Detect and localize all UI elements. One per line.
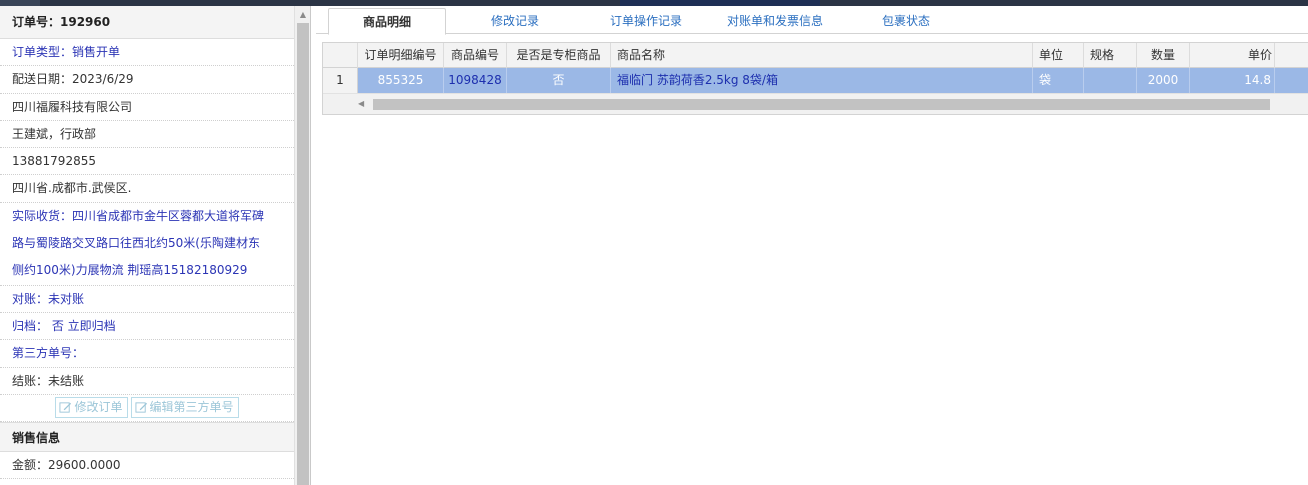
- column-header-unit[interactable]: 单位: [1033, 43, 1084, 68]
- tab-edit-history[interactable]: 修改记录: [458, 8, 572, 34]
- order-field-2: 四川福履科技有限公司: [0, 94, 294, 121]
- order-field-4: 13881792855: [0, 148, 294, 176]
- cell-filler: [1275, 68, 1308, 93]
- address-line: 实际收货：四川省成都市金牛区蓉都大道将军碑: [12, 208, 265, 223]
- edit-icon: [59, 402, 72, 413]
- column-header-rownum: [323, 43, 358, 68]
- tab-statement-invoice[interactable]: 对账单和发票信息: [712, 8, 838, 34]
- tab-bar: 商品明细 修改记录 订单操作记录 对账单和发票信息 包裹状态: [316, 6, 1308, 35]
- cell-detail-id: 855325: [358, 68, 444, 93]
- column-header-counter-product[interactable]: 是否是专柜商品: [507, 43, 611, 68]
- cell-product-name[interactable]: 福临门 苏韵荷香2.5kg 8袋/箱: [611, 68, 1033, 93]
- column-header-filler: [1275, 43, 1308, 68]
- scroll-left-arrow-icon[interactable]: ◀: [358, 98, 368, 110]
- column-header-product-id[interactable]: 商品编号: [444, 43, 507, 68]
- column-header-spec[interactable]: 规格: [1084, 43, 1137, 68]
- order-action-buttons: 修改订单 编辑第三方单号: [0, 395, 294, 422]
- grid-horizontal-scrollbar[interactable]: ◀: [323, 93, 1308, 114]
- left-panel-scrollbar[interactable]: ▲: [294, 6, 310, 485]
- order-field-0: 订单类型：销售开单: [0, 39, 294, 67]
- order-field-b-0: 对账：未对账: [0, 286, 294, 313]
- order-info-panel: 订单号：192960 订单类型：销售开单 配送日期：2023/6/29 四川福履科技…: [0, 6, 311, 485]
- cell-product-id[interactable]: 1098428: [444, 68, 507, 93]
- order-field-b-3: 结账：未结账: [0, 368, 294, 395]
- sales-amount: 金额：29600.0000: [0, 452, 294, 480]
- row-number: 1: [323, 68, 358, 93]
- order-number-header: 订单号：192960: [0, 6, 294, 39]
- cell-counter-product: 否: [507, 68, 611, 93]
- cell-spec: [1084, 68, 1137, 93]
- scroll-up-arrow-icon[interactable]: ▲: [295, 6, 310, 22]
- edit-third-party-label: 编辑第三方单号: [149, 400, 234, 415]
- column-header-detail-id[interactable]: 订单明细编号: [358, 43, 444, 68]
- sales-info-header: 销售信息: [0, 421, 294, 452]
- column-header-quantity[interactable]: 数量: [1137, 43, 1190, 68]
- column-header-unit-price[interactable]: 单价: [1190, 43, 1275, 68]
- tab-product-details[interactable]: 商品明细: [328, 8, 446, 35]
- order-field-b-1: 归档： 否 立即归档: [0, 313, 294, 341]
- edit-third-party-button[interactable]: 编辑第三方单号: [130, 397, 239, 419]
- product-detail-grid: 订单明细编号 商品编号 是否是专柜商品 商品名称 单位 规格 数量 单价 1 8…: [322, 42, 1308, 115]
- tab-order-operation-log[interactable]: 订单操作记录: [588, 8, 704, 34]
- tab-package-status[interactable]: 包裹状态: [856, 8, 956, 34]
- edit-order-label: 修改订单: [74, 400, 123, 415]
- column-header-product-name[interactable]: 商品名称: [611, 43, 1033, 68]
- order-field-b-2: 第三方单号：: [0, 340, 294, 368]
- grid-header-row: 订单明细编号 商品编号 是否是专柜商品 商品名称 单位 规格 数量 单价: [323, 43, 1308, 68]
- edit-order-button[interactable]: 修改订单: [55, 397, 128, 419]
- address-line: 路与蜀陵路交叉路口往西北约50米(乐陶建材东: [12, 236, 260, 251]
- scrollbar-thumb[interactable]: [297, 23, 309, 485]
- table-row[interactable]: 1 855325 1098428 否 福临门 苏韵荷香2.5kg 8袋/箱 袋 …: [323, 68, 1308, 93]
- edit-icon: [134, 402, 147, 413]
- order-field-1: 配送日期：2023/6/29: [0, 66, 294, 94]
- cell-unit: 袋: [1033, 68, 1084, 93]
- scrollbar-thumb[interactable]: [373, 99, 1270, 110]
- cell-unit-price: 14.8: [1190, 68, 1275, 93]
- address-line: 侧约100米)力展物流 荆瑶高15182180929: [12, 263, 248, 278]
- cell-quantity: 2000: [1137, 68, 1190, 93]
- detail-panel: 商品明细 修改记录 订单操作记录 对账单和发票信息 包裹状态 订单明细编号 商品…: [316, 6, 1308, 485]
- order-field-5: 四川省.成都市.武侯区.: [0, 175, 294, 203]
- order-field-3: 王建斌，行政部: [0, 121, 294, 149]
- actual-delivery-address: 实际收货：四川省成都市金牛区蓉都大道将军碑 路与蜀陵路交叉路口往西北约50米(乐陶…: [0, 203, 294, 286]
